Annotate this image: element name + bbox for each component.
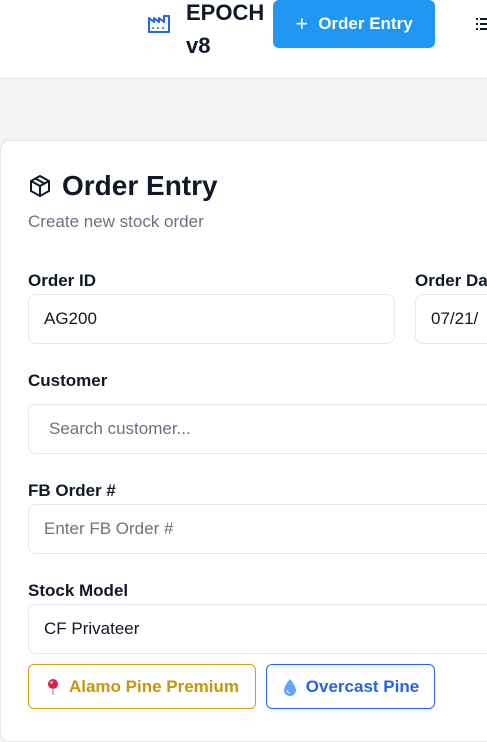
order-id-input[interactable] xyxy=(28,294,395,344)
order-entry-button-label: Order Entry xyxy=(318,14,413,33)
order-date-label: Order Date xyxy=(415,271,487,290)
fb-order-field-clip xyxy=(28,504,487,554)
chip-alamo-pine-premium[interactable]: Alamo Pine Premium xyxy=(28,664,256,709)
order-entry-button[interactable]: + Order Entry xyxy=(273,0,435,48)
stock-model-field-clip xyxy=(28,604,487,654)
customer-field-clip xyxy=(28,404,487,454)
pin-icon xyxy=(47,678,58,695)
order-date-clip xyxy=(415,294,487,344)
chip-label: Alamo Pine Premium xyxy=(68,676,240,696)
factory-icon xyxy=(148,15,170,33)
stock-model-input[interactable] xyxy=(28,604,487,654)
page-subtitle: Create new stock order xyxy=(28,212,204,231)
customer-search-input[interactable] xyxy=(28,404,487,454)
order-id-label: Order ID xyxy=(28,271,97,290)
customer-label: Customer xyxy=(28,371,108,390)
list-menu-icon[interactable] xyxy=(476,16,487,32)
top-bar: EPOCH v8 + Order Entry xyxy=(0,0,487,79)
droplet-icon xyxy=(283,678,296,696)
fb-order-label: FB Order # xyxy=(28,481,116,500)
page-title-row: Order Entry xyxy=(28,170,218,202)
package-icon xyxy=(30,175,50,197)
order-date-label-clip: Order Date xyxy=(415,271,487,295)
stock-model-label: Stock Model xyxy=(28,581,129,600)
brand-name: EPOCH v8 xyxy=(186,0,265,58)
chip-label: Overcast Pine xyxy=(305,676,420,696)
chip-overcast-pine[interactable]: Overcast Pine xyxy=(266,664,435,709)
fb-order-input[interactable] xyxy=(28,504,487,554)
plus-icon: + xyxy=(295,11,309,36)
order-date-input[interactable] xyxy=(415,294,487,344)
page-title: Order Entry xyxy=(62,170,218,201)
